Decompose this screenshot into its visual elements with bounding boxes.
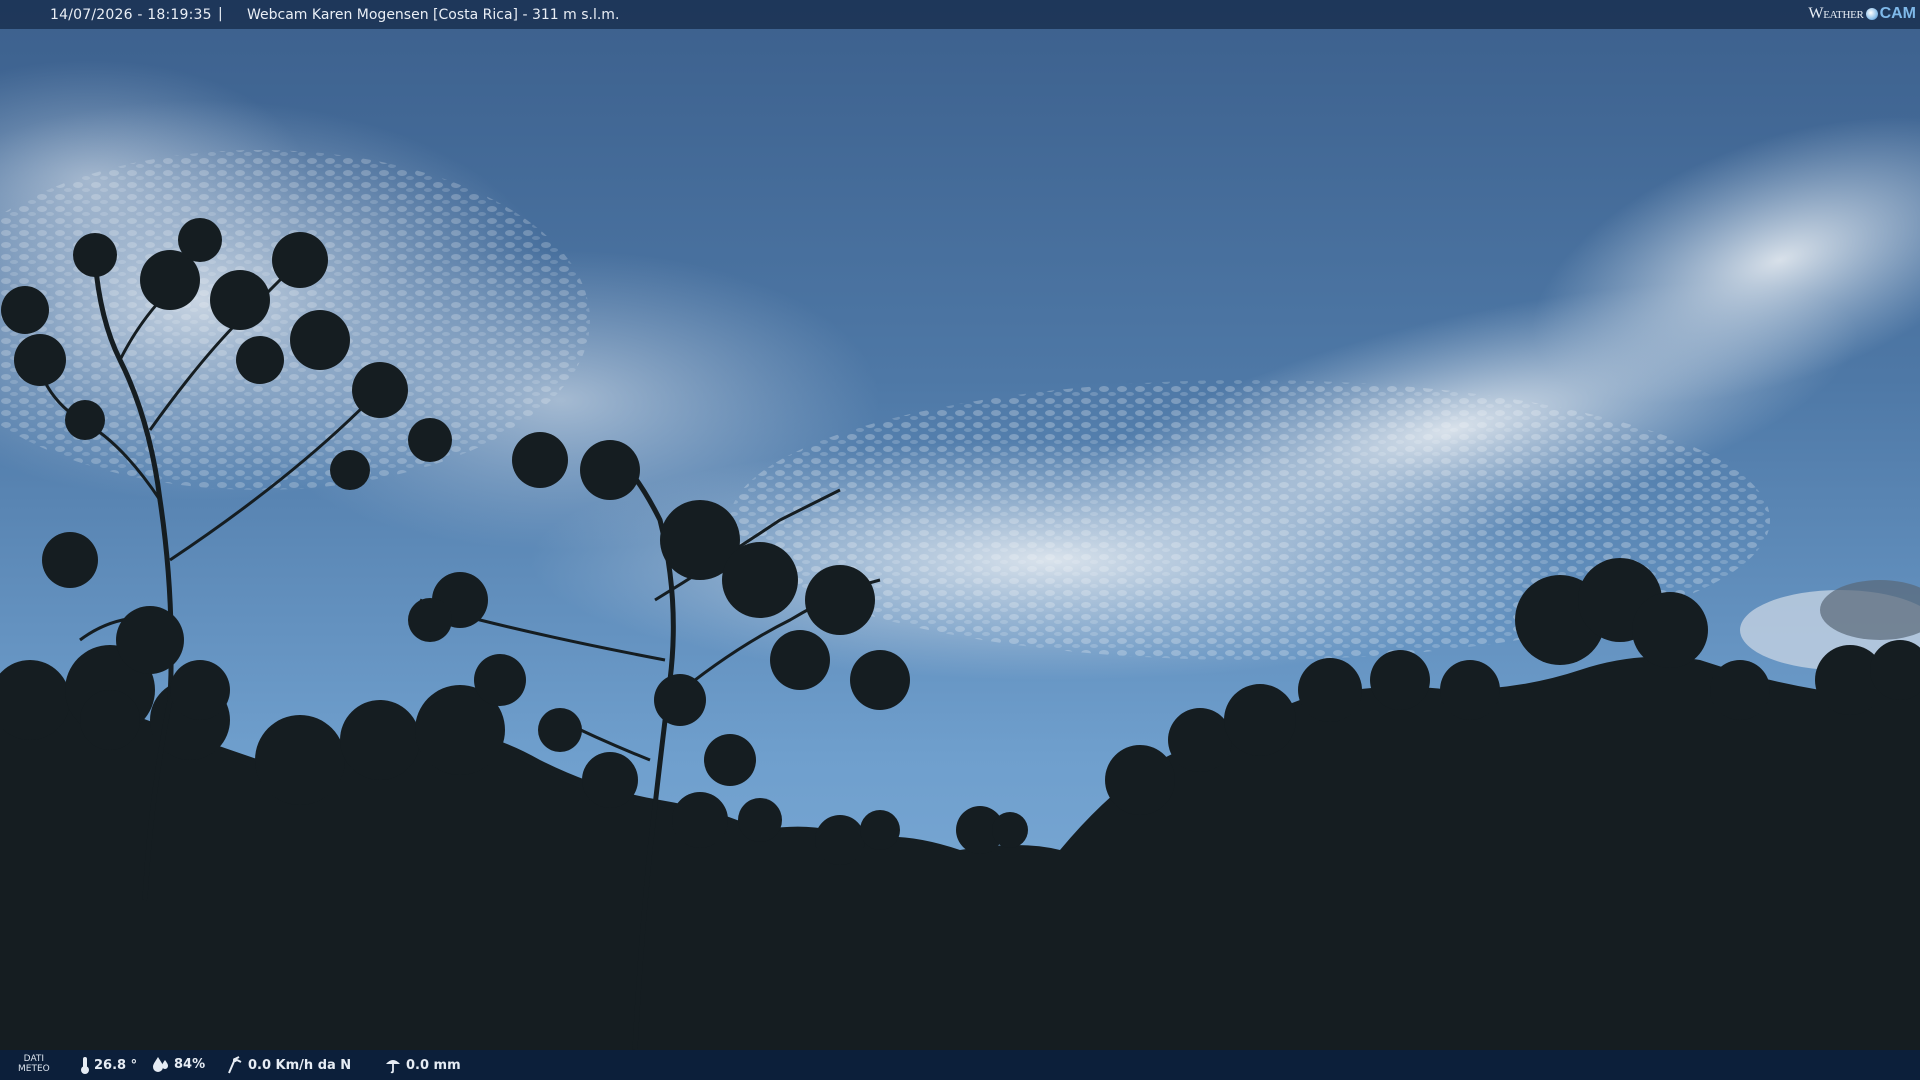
thermometer-icon (81, 1057, 89, 1074)
logo-weather-text: Weather (1808, 5, 1864, 22)
separator: | (218, 6, 223, 22)
label-line2: METEO (18, 1064, 50, 1074)
rain-reading: 0.0 mm (384, 1056, 461, 1074)
timestamp: 14/07/2026 - 18:19:35 (50, 7, 212, 23)
label-line1: DATI (23, 1054, 45, 1064)
webcam-title: Webcam Karen Mogensen [Costa Rica] - 311… (247, 7, 620, 23)
weathercam-logo[interactable]: Weather CAM (1808, 3, 1916, 25)
humidity-reading: 84% (152, 1056, 205, 1072)
temperature-value: 26.8 ° (94, 1057, 138, 1073)
wind-icon (228, 1056, 242, 1074)
wind-reading: 0.0 Km/h da N (226, 1056, 351, 1074)
webcam-image (0, 0, 1920, 1080)
weather-data-bar: DATI METEO 26.8 ° 84% 0.0 Km/h da N 0.0 … (0, 1050, 1920, 1080)
rain-value: 0.0 mm (406, 1057, 461, 1073)
temperature-reading: 26.8 ° (80, 1056, 137, 1074)
wind-value: 0.0 Km/h da N (248, 1057, 352, 1073)
dati-meteo-label: DATI METEO (18, 1054, 50, 1074)
globe-icon (1865, 8, 1878, 20)
logo-cam-text: CAM (1879, 5, 1916, 22)
humidity-icon (153, 1057, 168, 1072)
humidity-value: 84% (174, 1056, 206, 1072)
top-info-bar: 14/07/2026 - 18:19:35 | Webcam Karen Mog… (0, 0, 1920, 29)
rain-icon (386, 1060, 400, 1074)
